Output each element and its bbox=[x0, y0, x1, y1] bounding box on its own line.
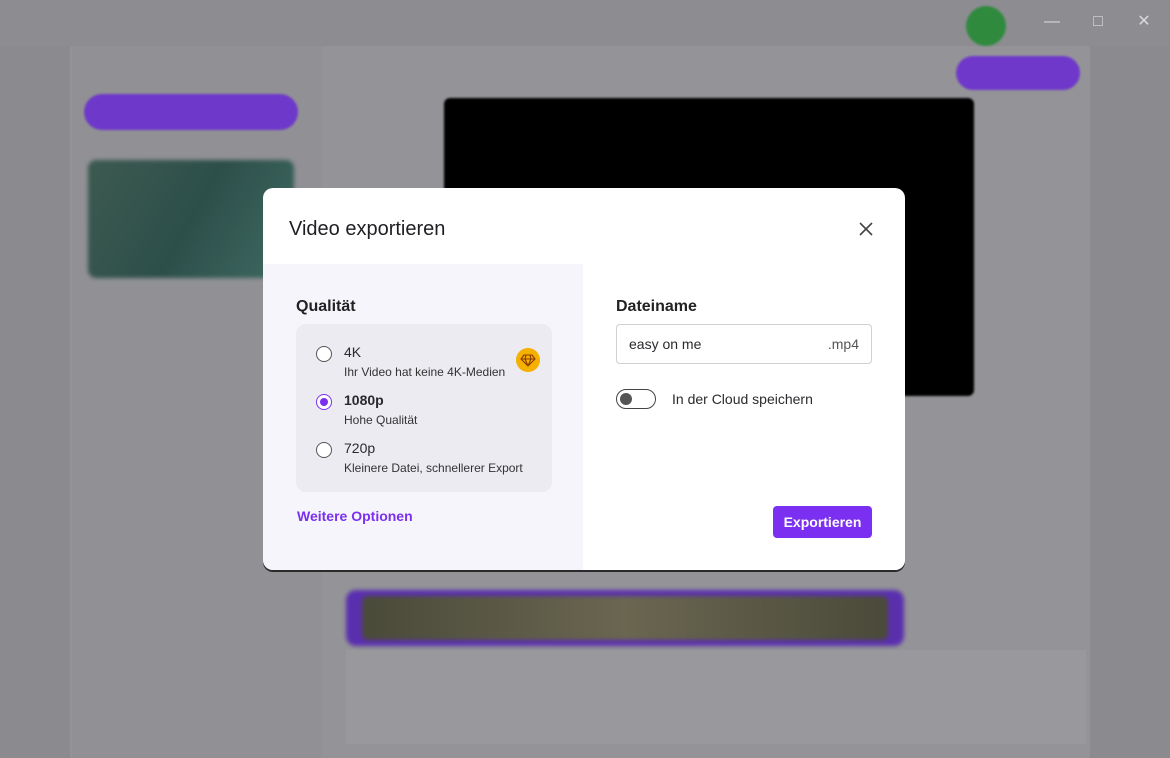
toggle-knob bbox=[620, 393, 632, 405]
avatar bbox=[966, 6, 1006, 46]
filename-input[interactable] bbox=[629, 325, 819, 363]
option-subtitle: Ihr Video hat keine 4K-Medien bbox=[344, 365, 506, 379]
export-top-button bbox=[956, 56, 1080, 90]
quality-options: 4K Ihr Video hat keine 4K-Medien 1080p H… bbox=[296, 324, 552, 492]
filename-label: Dateiname bbox=[616, 298, 697, 315]
quality-option-720p[interactable]: 720p Kleinere Datei, schnellerer Export bbox=[316, 440, 546, 480]
file-pane: Dateiname .mp4 In der Cloud speichern Ex… bbox=[583, 264, 905, 570]
cloud-save-toggle[interactable] bbox=[616, 389, 656, 409]
option-title: 4K bbox=[344, 344, 362, 360]
export-button[interactable]: Exportieren bbox=[773, 506, 872, 538]
option-title: 1080p bbox=[344, 392, 384, 408]
radio-button[interactable] bbox=[316, 346, 332, 362]
dialog-title: Video exportieren bbox=[289, 218, 446, 240]
import-button bbox=[84, 94, 298, 130]
more-options-link[interactable]: Weitere Optionen bbox=[297, 508, 413, 524]
cloud-save-label: In der Cloud speichern bbox=[672, 391, 813, 407]
radio-button-selected[interactable] bbox=[316, 394, 332, 410]
timeline-clip bbox=[346, 590, 904, 646]
option-subtitle: Hohe Qualität bbox=[344, 413, 418, 427]
file-extension: .mp4 bbox=[827, 336, 859, 352]
quality-label: Qualität bbox=[296, 298, 356, 315]
timeline-area bbox=[346, 650, 1086, 744]
quality-option-1080p[interactable]: 1080p Hohe Qualität bbox=[316, 392, 546, 432]
option-subtitle: Kleinere Datei, schnellerer Export bbox=[344, 461, 523, 475]
export-dialog: Video exportieren Qualität 4K Ihr Video … bbox=[263, 188, 905, 570]
maximize-icon[interactable]: □ bbox=[1086, 12, 1110, 32]
app-left-rail bbox=[0, 46, 70, 758]
radio-button[interactable] bbox=[316, 442, 332, 458]
app-right-rail bbox=[1090, 46, 1170, 758]
close-icon bbox=[859, 222, 873, 236]
close-window-icon[interactable]: ✕ bbox=[1132, 12, 1156, 32]
close-button[interactable] bbox=[857, 220, 875, 238]
minimize-icon[interactable]: — bbox=[1040, 12, 1064, 32]
quality-pane: Qualität 4K Ihr Video hat keine 4K-Medie… bbox=[263, 264, 583, 570]
quality-option-4k[interactable]: 4K Ihr Video hat keine 4K-Medien bbox=[316, 344, 546, 384]
diamond-icon bbox=[516, 348, 540, 372]
option-title: 720p bbox=[344, 440, 376, 456]
filename-field[interactable]: .mp4 bbox=[616, 324, 872, 364]
